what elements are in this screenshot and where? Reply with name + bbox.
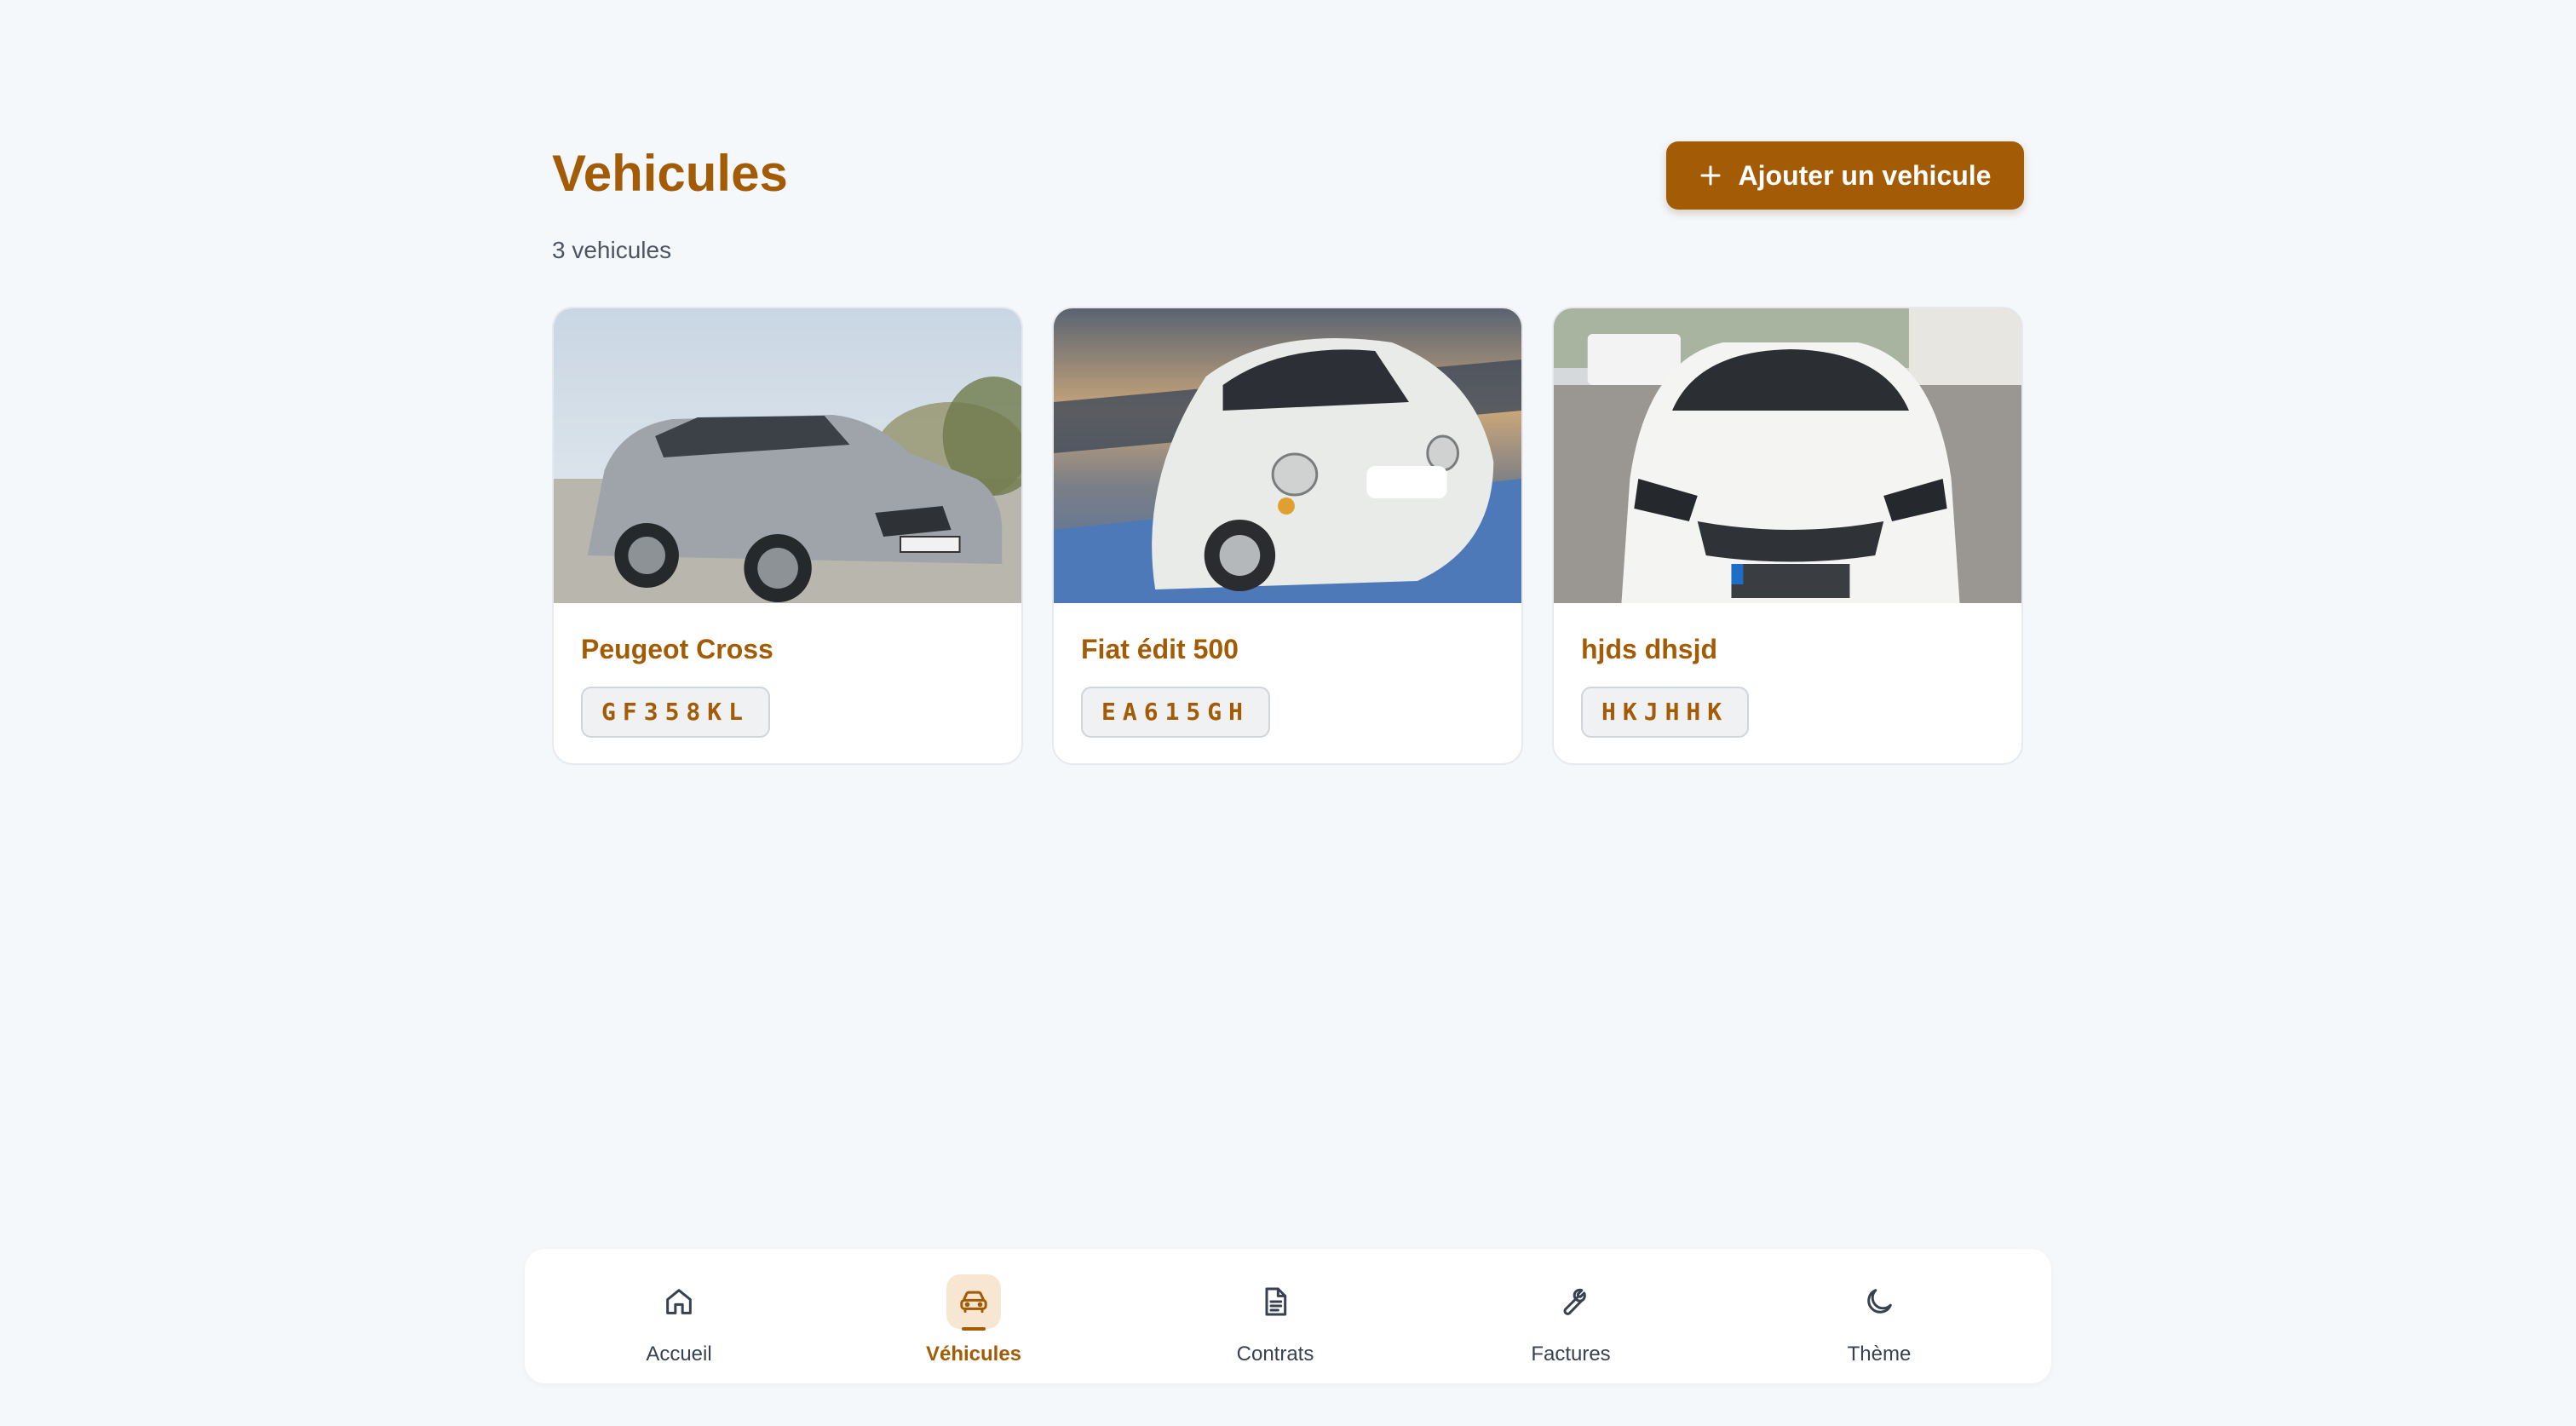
page-header: Vehicules Ajouter un vehicule bbox=[552, 141, 2024, 213]
bottom-nav: Accueil Véhicules Contrats Factures Thèm… bbox=[525, 1249, 2051, 1383]
nav-label: Accueil bbox=[646, 1343, 712, 1366]
plus-icon bbox=[1699, 164, 1722, 187]
page-title: Vehicules bbox=[552, 145, 788, 202]
nav-label: Thème bbox=[1847, 1343, 1912, 1366]
nav-label: Factures bbox=[1531, 1343, 1611, 1366]
nav-item-accueil[interactable]: Accueil bbox=[594, 1249, 764, 1383]
nav-label: Contrats bbox=[1236, 1343, 1314, 1366]
nav-item-factures[interactable]: Factures bbox=[1486, 1249, 1656, 1383]
vehicle-card[interactable]: hjds dhsjd HKJHHK bbox=[1552, 307, 2023, 765]
vehicle-photo bbox=[1054, 308, 1521, 603]
vehicle-count: 3 vehicules bbox=[552, 237, 672, 263]
moon-icon bbox=[1852, 1274, 1906, 1329]
license-plate: HKJHHK bbox=[1581, 687, 1750, 738]
license-plate: EA615GH bbox=[1081, 687, 1271, 738]
vehicle-card-body: Peugeot Cross GF358KL bbox=[554, 603, 1021, 738]
vehicle-grid: Peugeot Cross GF358KL Fiat édit 500 EA61… bbox=[552, 307, 2024, 765]
wrench-icon bbox=[1544, 1274, 1598, 1329]
add-vehicle-label: Ajouter un vehicule bbox=[1738, 159, 1992, 191]
nav-label: Véhicules bbox=[925, 1343, 1022, 1366]
vehicle-name: Peugeot Cross bbox=[581, 634, 773, 664]
nav-item-vehicules[interactable]: Véhicules bbox=[888, 1249, 1059, 1383]
vehicle-card-body: hjds dhsjd HKJHHK bbox=[1554, 603, 2021, 738]
nav-item-theme[interactable]: Thème bbox=[1794, 1249, 1964, 1383]
vehicle-photo bbox=[1554, 308, 2021, 603]
vehicle-name: Fiat édit 500 bbox=[1081, 634, 1239, 664]
car-icon bbox=[946, 1274, 1001, 1331]
license-plate: GF358KL bbox=[581, 687, 771, 738]
vehicle-card[interactable]: Fiat édit 500 EA615GH bbox=[1052, 307, 1523, 765]
vehicle-photo bbox=[554, 308, 1021, 603]
vehicle-name: hjds dhsjd bbox=[1581, 634, 1717, 664]
home-icon bbox=[652, 1274, 706, 1329]
add-vehicle-button[interactable]: Ajouter un vehicule bbox=[1666, 141, 2024, 210]
vehicle-card[interactable]: Peugeot Cross GF358KL bbox=[552, 307, 1023, 765]
document-icon bbox=[1248, 1274, 1302, 1329]
vehicle-card-body: Fiat édit 500 EA615GH bbox=[1054, 603, 1521, 738]
vehicles-page: Vehicules Ajouter un vehicule 3 vehicule… bbox=[0, 0, 2576, 1426]
nav-item-contrats[interactable]: Contrats bbox=[1190, 1249, 1360, 1383]
